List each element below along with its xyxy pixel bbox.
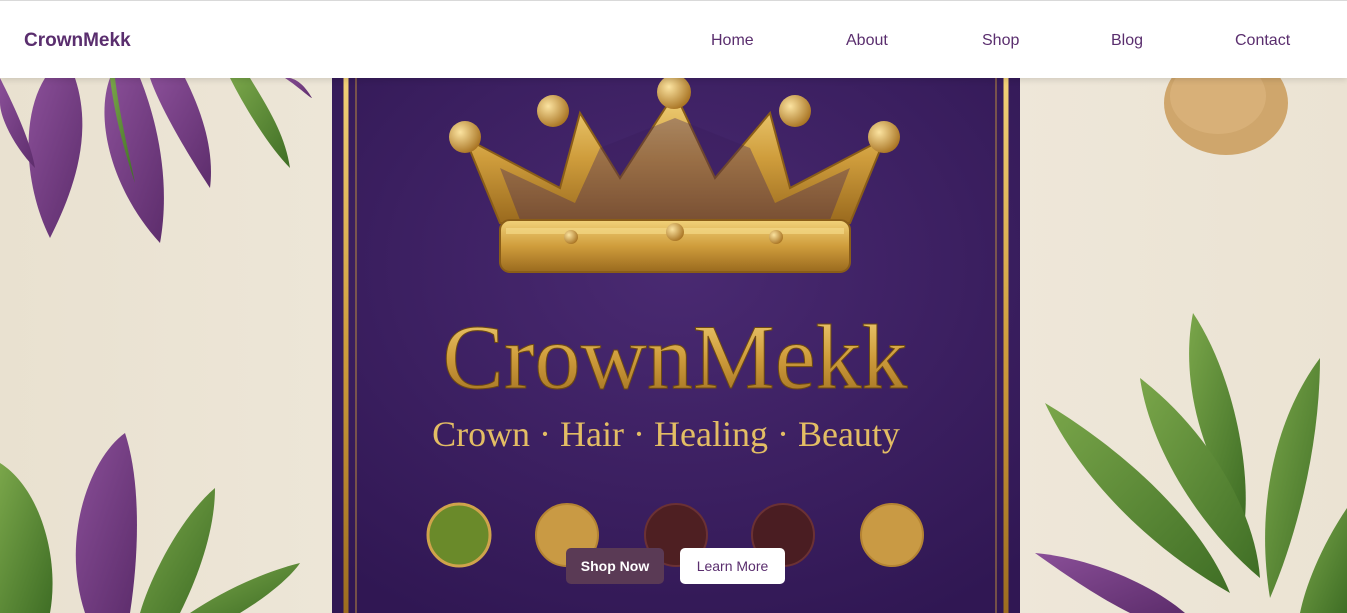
brand-logo[interactable]: CrownMekk: [24, 30, 131, 52]
nav-link-shop[interactable]: Shop: [982, 32, 1019, 50]
learn-more-button[interactable]: Learn More: [680, 548, 785, 584]
nav-link-contact[interactable]: Contact: [1235, 32, 1290, 50]
hero-tagline: Crown · Hair · Healing · Beauty: [432, 414, 900, 454]
nav-link-home[interactable]: Home: [711, 32, 754, 50]
top-navbar: CrownMekk Home About Shop Blog Contact: [0, 0, 1347, 78]
shop-now-button[interactable]: Shop Now: [566, 548, 664, 584]
hero-image: CrownMekk Crown · Hair · Healing · Beaut…: [0, 78, 1347, 613]
hero-title: CrownMekk: [442, 306, 907, 408]
nav-link-blog[interactable]: Blog: [1111, 32, 1143, 50]
nav-link-about[interactable]: About: [846, 32, 888, 50]
hero-banner: CrownMekk Crown · Hair · Healing · Beaut…: [0, 78, 1347, 613]
